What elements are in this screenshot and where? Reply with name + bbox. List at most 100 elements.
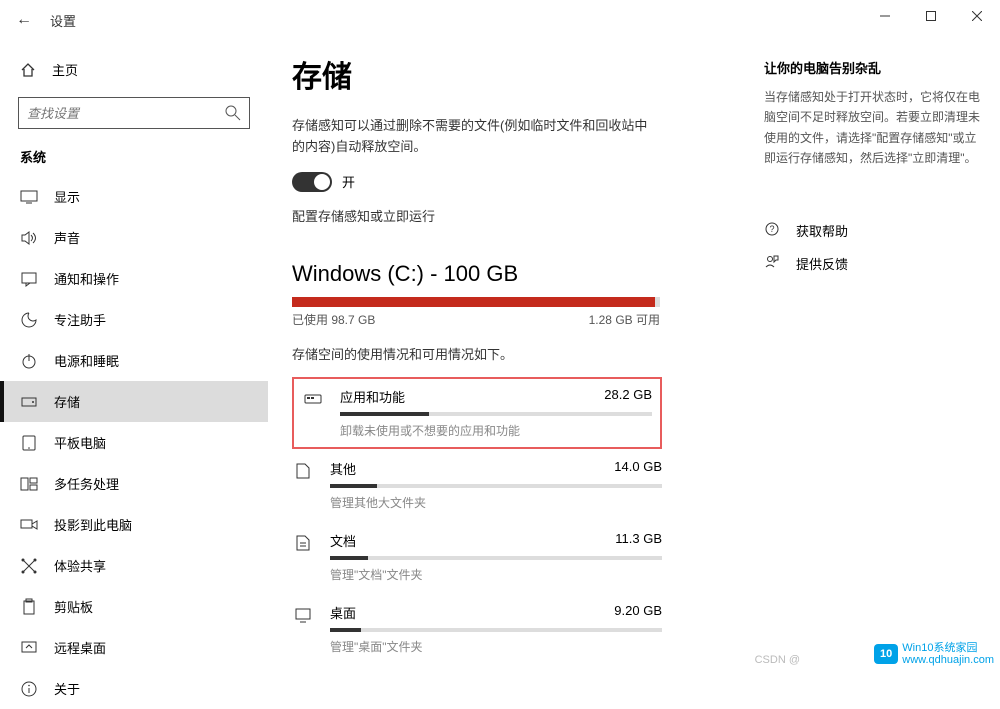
sidebar-item-power[interactable]: 电源和睡眠	[0, 340, 268, 381]
sidebar-item-label: 电源和睡眠	[54, 351, 119, 370]
power-icon	[20, 352, 38, 370]
sidebar-item-remote[interactable]: 远程桌面	[0, 627, 268, 668]
maximize-button[interactable]	[908, 0, 954, 32]
sidebar-item-shared[interactable]: 体验共享	[0, 545, 268, 586]
desktop-icon	[292, 603, 314, 655]
sidebar-item-label: 关于	[54, 679, 80, 698]
sidebar-item-focus[interactable]: 专注助手	[0, 299, 268, 340]
sidebar-item-label: 投影到此电脑	[54, 515, 132, 534]
main-panel: 存储 存储感知可以通过删除不需要的文件(例如临时文件和回收站中的内容)自动释放空…	[292, 52, 692, 672]
page-title: 存储	[292, 52, 692, 96]
sidebar-item-label: 声音	[54, 228, 80, 247]
feedback-icon	[764, 254, 782, 273]
watermark-badge: 10	[874, 644, 898, 664]
multitask-icon	[20, 475, 38, 493]
storage-icon	[20, 393, 38, 411]
other-icon	[292, 459, 314, 511]
category-name: 应用和功能	[340, 387, 405, 406]
help-icon: ?	[764, 221, 782, 240]
sidebar-item-notifications[interactable]: 通知和操作	[0, 258, 268, 299]
aside-panel: 让你的电脑告别杂乱 当存储感知处于打开状态时，它将仅在电脑空间不足时释放空间。若…	[764, 52, 984, 672]
sidebar-item-label: 平板电脑	[54, 433, 106, 452]
section-label: 系统	[0, 147, 268, 176]
search-icon	[225, 105, 241, 121]
storage-sense-desc: 存储感知可以通过删除不需要的文件(例如临时文件和回收站中的内容)自动释放空间。	[292, 116, 652, 158]
configure-link[interactable]: 配置存储感知或立即运行	[292, 206, 692, 225]
sidebar-item-display[interactable]: 显示	[0, 176, 268, 217]
sidebar-item-sound[interactable]: 声音	[0, 217, 268, 258]
category-sub: 管理"桌面"文件夹	[330, 638, 662, 655]
title-bar: ← 设置	[0, 0, 1000, 40]
focus-icon	[20, 311, 38, 329]
category-bar	[330, 484, 662, 488]
watermark-line2: www.qdhuajin.com	[902, 654, 994, 666]
storage-category[interactable]: 应用和功能 28.2 GB 卸载未使用或不想要的应用和功能	[292, 377, 662, 449]
window-controls	[862, 0, 1000, 32]
category-size: 11.3 GB	[615, 531, 662, 550]
search-field[interactable]	[27, 106, 225, 121]
notifications-icon	[20, 270, 38, 288]
sidebar-item-label: 多任务处理	[54, 474, 119, 493]
storage-category[interactable]: 临时文件1.91 GB选择要删除的临时文件	[292, 665, 662, 672]
get-help-link[interactable]: ? 获取帮助	[764, 221, 984, 240]
back-button[interactable]: ←	[16, 11, 32, 29]
search-input[interactable]	[18, 97, 250, 129]
toggle-state: 开	[342, 172, 355, 191]
storage-category[interactable]: 桌面 9.20 GB 管理"桌面"文件夹	[292, 593, 662, 665]
project-icon	[20, 516, 38, 534]
sidebar-item-label: 显示	[54, 187, 80, 206]
home-nav[interactable]: 主页	[0, 52, 268, 87]
sidebar-item-clipboard[interactable]: 剪贴板	[0, 586, 268, 627]
category-bar	[330, 628, 662, 632]
storage-category[interactable]: 其他14.0 GB管理其他大文件夹	[292, 449, 662, 521]
category-size: 28.2 GB	[604, 387, 652, 406]
category-sub: 管理其他大文件夹	[330, 494, 662, 511]
sidebar-item-label: 通知和操作	[54, 269, 119, 288]
sidebar-item-tablet[interactable]: 平板电脑	[0, 422, 268, 463]
drive-usage-bar	[292, 297, 660, 307]
aside-heading: 让你的电脑告别杂乱	[764, 58, 984, 77]
category-sub: 卸载未使用或不想要的应用和功能	[340, 422, 652, 439]
category-name: 桌面	[330, 603, 356, 622]
category-name: 其他	[330, 459, 356, 478]
feedback-link[interactable]: 提供反馈	[764, 254, 984, 273]
sidebar-item-label: 存储	[54, 392, 80, 411]
usage-desc: 存储空间的使用情况和可用情况如下。	[292, 344, 692, 363]
svg-text:?: ?	[769, 224, 774, 234]
category-bar	[340, 412, 652, 416]
sidebar-item-label: 剪贴板	[54, 597, 93, 616]
storage-sense-toggle[interactable]	[292, 172, 332, 192]
storage-category[interactable]: 文档11.3 GB管理"文档"文件夹	[292, 521, 662, 593]
sidebar-item-label: 专注助手	[54, 310, 106, 329]
used-label: 已使用 98.7 GB	[292, 311, 375, 328]
remote-icon	[20, 639, 38, 657]
tablet-icon	[20, 434, 38, 452]
sidebar-item-project[interactable]: 投影到此电脑	[0, 504, 268, 545]
watermark: 10 Win10系统家园 www.qdhuajin.com	[874, 642, 994, 666]
csdn-watermark: CSDN @	[755, 654, 800, 666]
help-label: 获取帮助	[796, 221, 848, 240]
free-label: 1.28 GB 可用	[589, 311, 660, 328]
sidebar-item-multitask[interactable]: 多任务处理	[0, 463, 268, 504]
sidebar-item-about[interactable]: 关于	[0, 668, 268, 709]
close-button[interactable]	[954, 0, 1000, 32]
display-icon	[20, 188, 38, 206]
window-title: 设置	[50, 11, 76, 30]
minimize-button[interactable]	[862, 0, 908, 32]
category-name: 文档	[330, 531, 356, 550]
sidebar: 主页 系统 显示 声音 通知和操作 专注助手 电源和睡眠 存储	[0, 40, 268, 672]
category-size: 9.20 GB	[614, 603, 662, 622]
apps-icon	[302, 387, 324, 439]
sound-icon	[20, 229, 38, 247]
feedback-label: 提供反馈	[796, 254, 848, 273]
shared-icon	[20, 557, 38, 575]
home-label: 主页	[52, 60, 78, 79]
drive-title: Windows (C:) - 100 GB	[292, 261, 692, 287]
sidebar-item-storage[interactable]: 存储	[0, 381, 268, 422]
clipboard-icon	[20, 598, 38, 616]
watermark-line1: Win10系统家园	[902, 642, 994, 654]
aside-body: 当存储感知处于打开状态时，它将仅在电脑空间不足时释放空间。若要立即清理未使用的文…	[764, 87, 984, 169]
about-icon	[20, 680, 38, 698]
category-bar	[330, 556, 662, 560]
documents-icon	[292, 531, 314, 583]
